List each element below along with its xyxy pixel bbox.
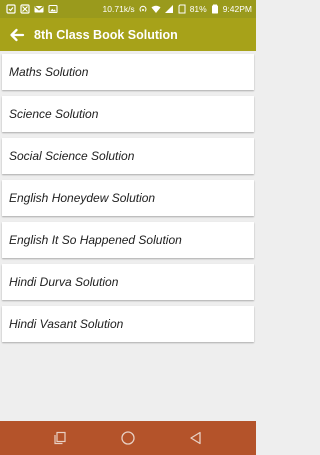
- app-bar: 8th Class Book Solution: [0, 18, 256, 51]
- notification-icons: [6, 4, 58, 14]
- solution-list: Maths Solution Science Solution Social S…: [2, 54, 254, 348]
- system-icons: 10.71k/s 81% 9:42PM: [103, 4, 252, 14]
- network-speed: 10.71k/s: [102, 4, 135, 14]
- back-arrow-icon: [10, 28, 25, 41]
- list-item-social-science[interactable]: Social Science Solution: [2, 138, 254, 174]
- page-title: 8th Class Book Solution: [34, 27, 178, 42]
- back-arrow-button[interactable]: [8, 26, 26, 44]
- list-item-hindi-vasant[interactable]: Hindi Vasant Solution: [2, 306, 254, 342]
- gmail-icon: [34, 4, 44, 14]
- app-notification-icon: [20, 4, 30, 14]
- list-item-english-it-so-happened[interactable]: English It So Happened Solution: [2, 222, 254, 258]
- clock: 9:42PM: [222, 4, 252, 14]
- navigation-bar: [0, 421, 256, 455]
- list-item-science[interactable]: Science Solution: [2, 96, 254, 132]
- recents-icon: [54, 431, 66, 445]
- list-item-hindi-durva[interactable]: Hindi Durva Solution: [2, 264, 254, 300]
- wifi-icon: [151, 4, 161, 14]
- image-icon: [48, 4, 58, 14]
- status-bar: 10.71k/s 81% 9:42PM: [0, 0, 256, 18]
- home-button[interactable]: [118, 428, 138, 448]
- list-item-english-honeydew[interactable]: English Honeydew Solution: [2, 180, 254, 216]
- sim-card-icon: [177, 4, 187, 14]
- hotspot-icon: [138, 4, 148, 14]
- back-triangle-icon: [190, 431, 201, 445]
- back-button[interactable]: [186, 428, 206, 448]
- notification-badge-icon: [6, 4, 16, 14]
- list-item-maths[interactable]: Maths Solution: [2, 54, 254, 90]
- signal-icon: [164, 4, 174, 14]
- recents-button[interactable]: [50, 428, 70, 448]
- battery-percent: 81%: [189, 4, 207, 14]
- battery-icon: [210, 4, 220, 14]
- home-icon: [121, 431, 135, 445]
